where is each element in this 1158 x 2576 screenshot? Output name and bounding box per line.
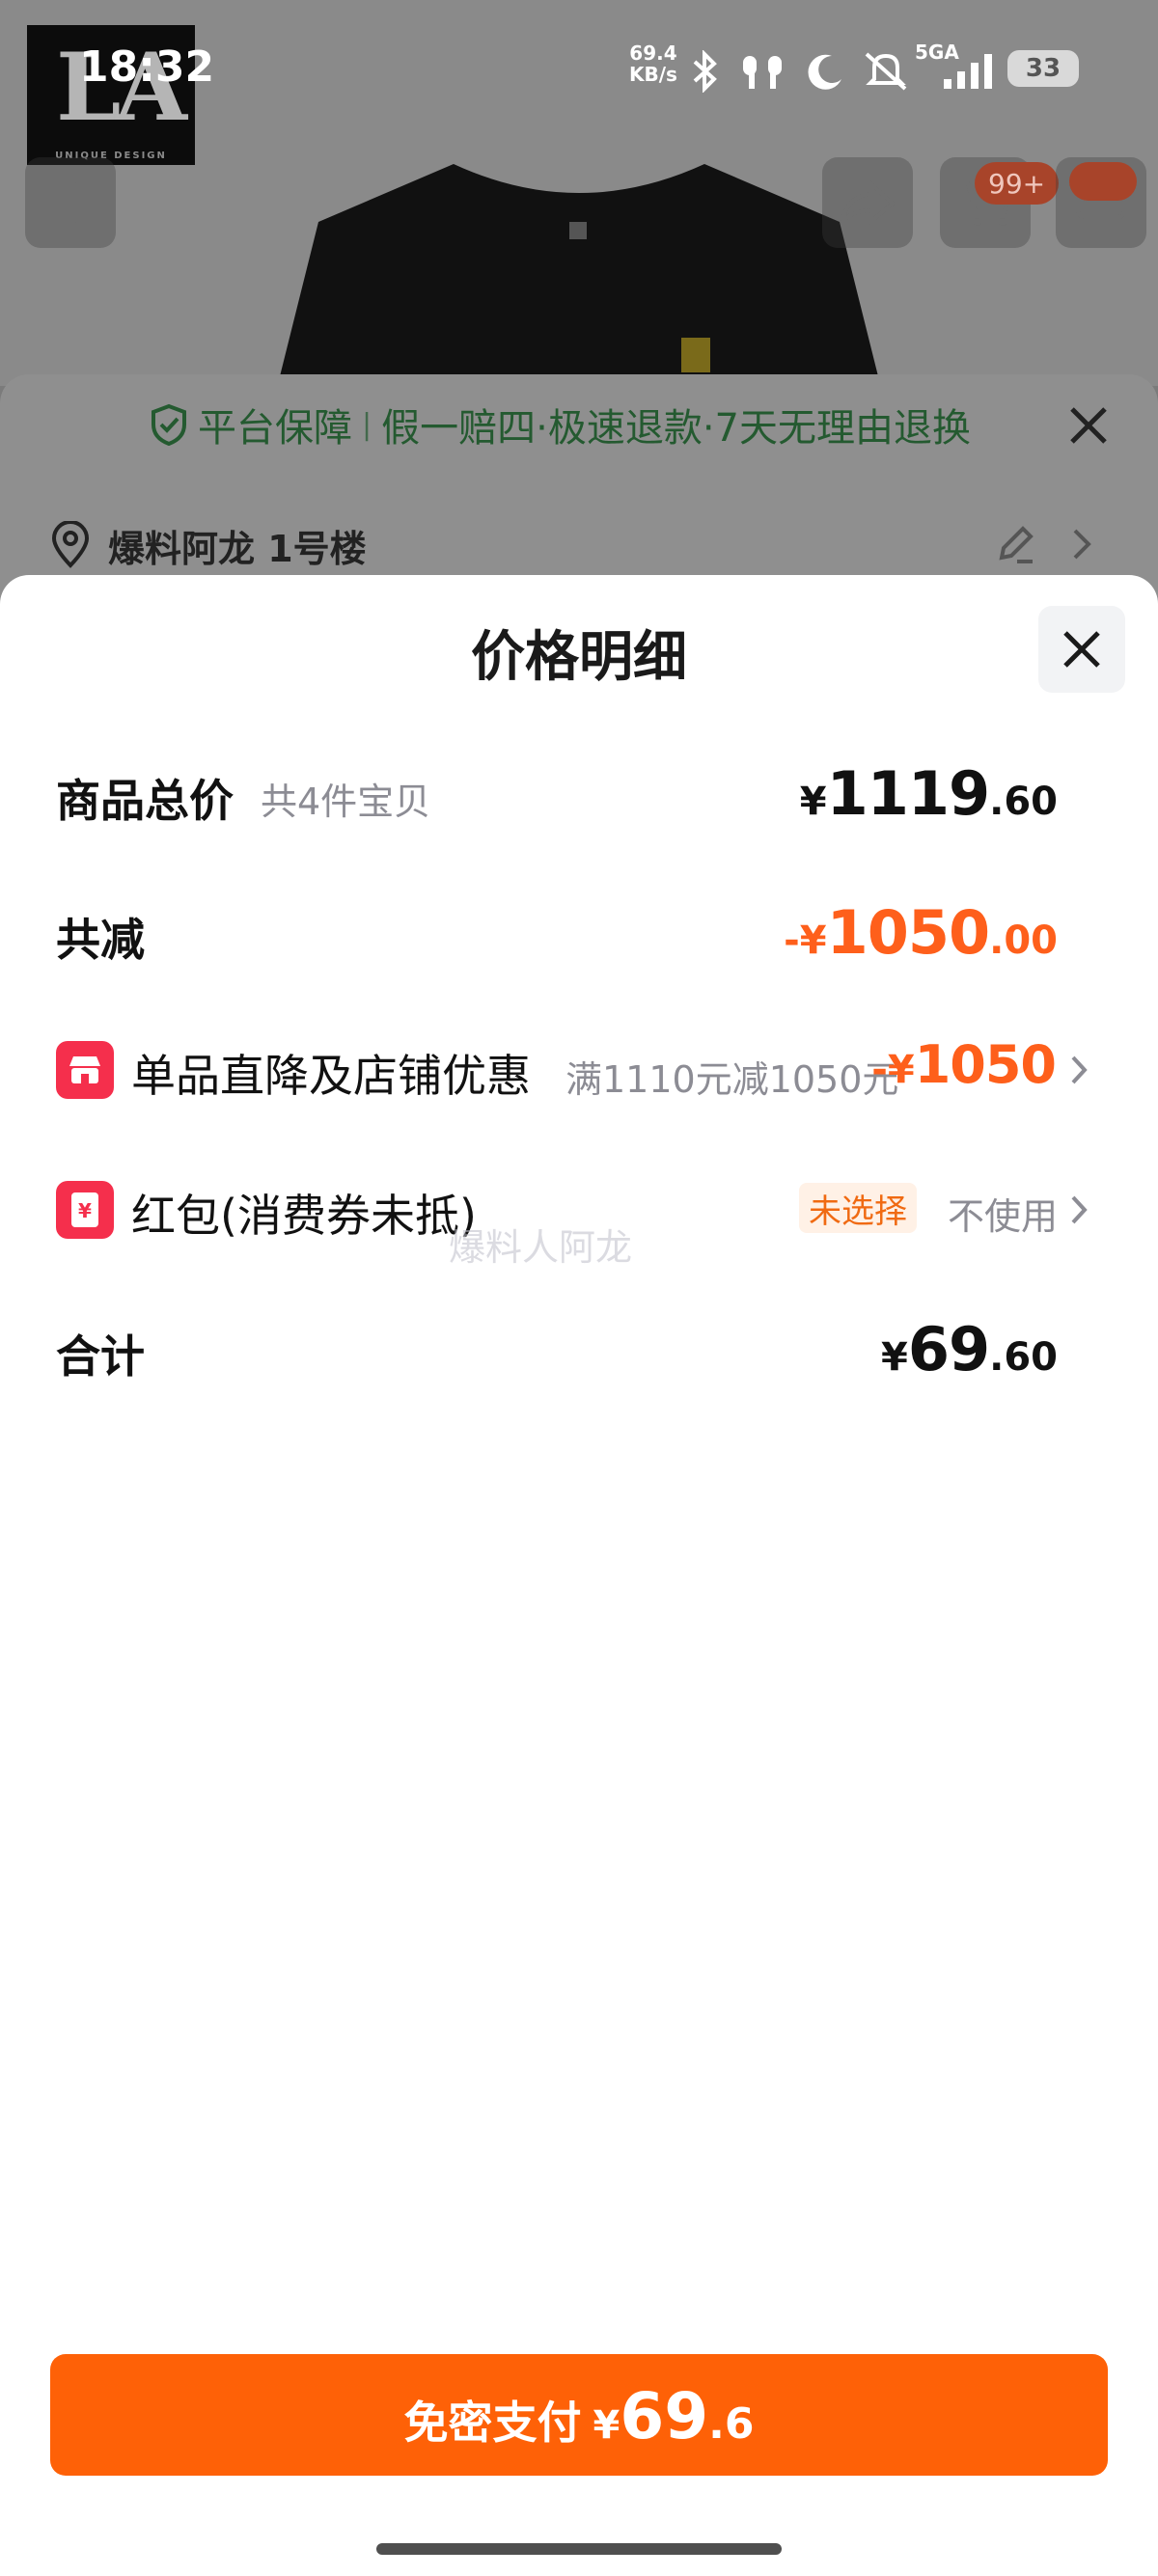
pay-button-currency: ¥ xyxy=(593,2403,620,2448)
cart-count-badge: 99+ xyxy=(975,162,1060,205)
store-amount-prefix: -¥ xyxy=(871,1048,915,1092)
sum-currency: ¥ xyxy=(881,1335,908,1380)
store-discount-chevron-icon[interactable] xyxy=(1069,1054,1090,1086)
discount-label: 共减 xyxy=(56,914,145,966)
redpacket-status[interactable]: 不使用 xyxy=(948,1187,1058,1240)
price-detail-sheet xyxy=(0,575,1158,2576)
status-bar: 18:32 69.4 KB/s 5GA 33 xyxy=(0,0,1158,135)
address-row[interactable]: 爆料阿龙 1号楼 xyxy=(50,516,367,574)
svg-text:¥: ¥ xyxy=(78,1199,92,1222)
discount-dec: .00 xyxy=(989,918,1058,963)
guarantee-banner: 平台保障 | 假一赔四·极速退款·7天无理由退换 xyxy=(150,396,971,453)
back-icon xyxy=(56,181,81,224)
redpacket-label: 红包(消费券未抵) xyxy=(131,1190,477,1242)
share-button[interactable] xyxy=(822,157,913,248)
discount-int: 1050 xyxy=(826,897,991,968)
pay-button-label: 免密支付 xyxy=(403,2397,582,2449)
sheet-close-button[interactable] xyxy=(1038,606,1125,693)
total-price-label: 商品总价 xyxy=(56,775,234,827)
sum-int: 69 xyxy=(907,1314,990,1384)
store-icon xyxy=(69,1056,100,1083)
share-icon xyxy=(841,179,896,226)
guarantee-separator: | xyxy=(362,407,372,442)
sum-label: 合计 xyxy=(56,1330,145,1383)
total-int: 1119 xyxy=(826,758,991,829)
location-pin-icon xyxy=(51,521,90,568)
discount-amount: -¥ 1050 .00 xyxy=(784,897,1058,968)
net-speed-unit: KB/s xyxy=(629,63,677,86)
status-time: 18:32 xyxy=(79,42,215,92)
watermark: 爆料人阿龙 xyxy=(449,1226,633,1269)
redpacket-chevron-icon[interactable] xyxy=(1069,1193,1090,1226)
sum-dec: .60 xyxy=(989,1335,1058,1380)
sheet-title: 价格明细 xyxy=(471,626,687,689)
tshirt-image xyxy=(277,164,881,386)
redpacket-icon: ¥ xyxy=(56,1181,114,1239)
store-discount-amount[interactable]: -¥ 1050 xyxy=(871,1034,1057,1095)
earbuds-icon xyxy=(743,56,782,89)
discount-prefix: -¥ xyxy=(784,918,827,963)
store-amount-int: 1050 xyxy=(914,1034,1057,1095)
total-price-amount: ¥ 1119 .60 xyxy=(800,758,1058,829)
redpacket-tag: 未选择 xyxy=(799,1183,917,1233)
total-currency: ¥ xyxy=(799,780,827,824)
message-badge xyxy=(1069,162,1137,201)
net-speed: 69.4 KB/s xyxy=(629,42,677,85)
moon-icon xyxy=(808,54,841,90)
store-discount-label: 单品直降及店铺优惠 xyxy=(131,1050,531,1102)
sum-amount: ¥ 69 .60 xyxy=(881,1314,1058,1384)
store-discount-desc: 满1110元减1050元 xyxy=(565,1058,899,1101)
red-envelope-icon: ¥ xyxy=(71,1192,98,1227)
guarantee-items: 假一赔四·极速退款·7天无理由退换 xyxy=(381,406,971,451)
guarantee-close-icon[interactable] xyxy=(1066,403,1111,448)
status-icons xyxy=(687,42,911,100)
net-speed-value: 69.4 xyxy=(629,41,677,65)
mute-icon xyxy=(865,52,907,91)
address-chevron-icon xyxy=(1073,529,1091,560)
pay-button[interactable]: 免密支付 ¥ 69 .6 xyxy=(50,2354,1108,2476)
battery-indicator: 33 xyxy=(1007,50,1079,87)
signal-icon xyxy=(944,54,992,89)
guarantee-label: 平台保障 xyxy=(198,406,352,451)
item-count: 共4件宝贝 xyxy=(261,781,431,823)
bluetooth-icon xyxy=(693,50,717,93)
pay-button-dec: .6 xyxy=(708,2399,755,2449)
shield-check-icon xyxy=(152,403,186,446)
total-dec: .60 xyxy=(989,780,1058,824)
store-coupon-icon xyxy=(56,1041,114,1099)
back-button[interactable] xyxy=(25,157,116,248)
edit-icon[interactable] xyxy=(994,523,1036,565)
close-icon xyxy=(1063,631,1100,668)
home-indicator[interactable] xyxy=(376,2543,782,2555)
pay-button-int: 69 xyxy=(620,2379,709,2453)
address-text: 爆料阿龙 1号楼 xyxy=(108,527,367,570)
